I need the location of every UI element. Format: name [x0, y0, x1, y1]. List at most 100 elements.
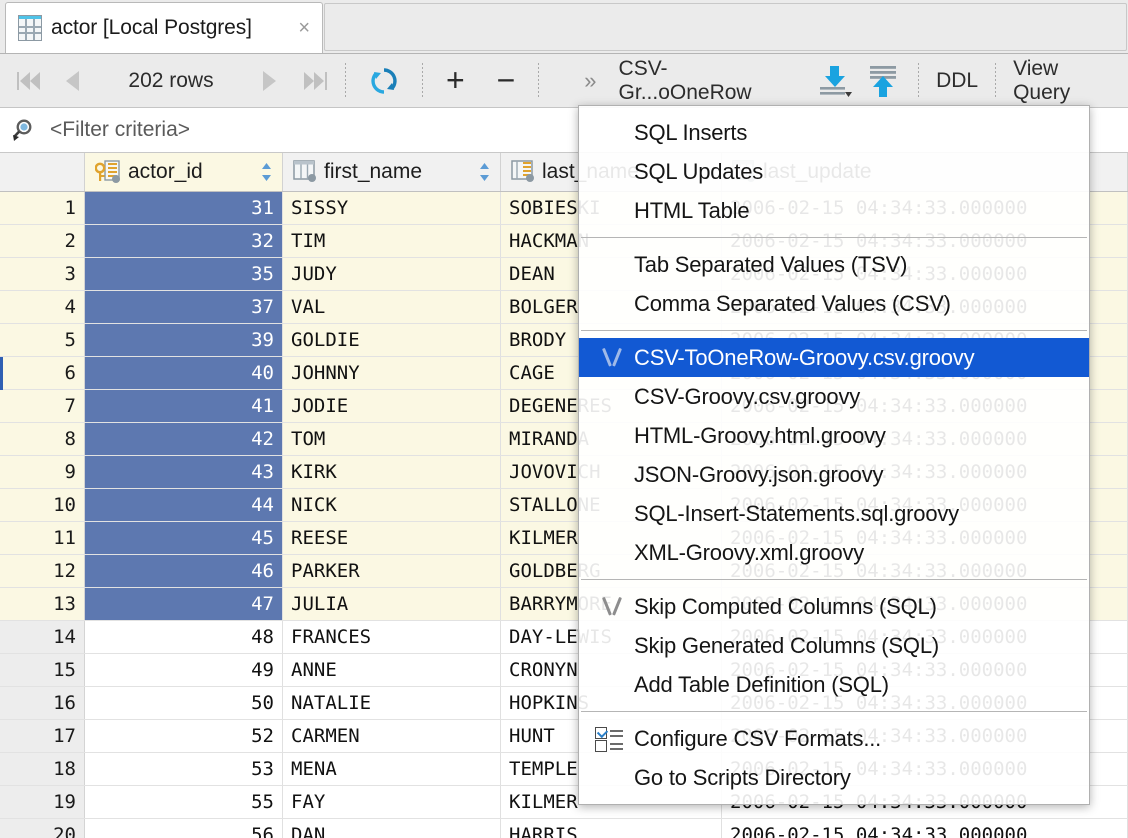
- cell-first_name[interactable]: CARMEN: [283, 720, 501, 752]
- cell-first_name[interactable]: TOM: [283, 423, 501, 455]
- cell-row-number[interactable]: 16: [0, 687, 85, 719]
- export-format-label[interactable]: CSV-Gr...oOneRow: [609, 57, 806, 105]
- table-row[interactable]: 2056DANHARRIS2006-02-15 04:34:33.000000: [0, 819, 1128, 838]
- cell-actor_id[interactable]: 52: [85, 720, 283, 752]
- cell-actor_id[interactable]: 55: [85, 786, 283, 818]
- cell-first_name[interactable]: JUDY: [283, 258, 501, 290]
- add-row-button[interactable]: +: [430, 54, 481, 108]
- cell-row-number[interactable]: 10: [0, 489, 85, 521]
- cell-row-number[interactable]: 15: [0, 654, 85, 686]
- cell-actor_id[interactable]: 40: [85, 357, 283, 389]
- cell-row-number[interactable]: 20: [0, 819, 85, 838]
- cell-row-number[interactable]: 6: [0, 357, 85, 389]
- cell-first_name[interactable]: VAL: [283, 291, 501, 323]
- menu-item[interactable]: Configure CSV Formats...: [579, 719, 1089, 758]
- cell-row-number[interactable]: 8: [0, 423, 85, 455]
- cell-first_name[interactable]: GOLDIE: [283, 324, 501, 356]
- cell-actor_id[interactable]: 50: [85, 687, 283, 719]
- cell-row-number[interactable]: 19: [0, 786, 85, 818]
- cell-actor_id[interactable]: 48: [85, 621, 283, 653]
- menu-item[interactable]: CSV-ToOneRow-Groovy.csv.groovy: [579, 338, 1089, 377]
- cell-actor_id[interactable]: 44: [85, 489, 283, 521]
- cell-first_name[interactable]: PARKER: [283, 555, 501, 587]
- cell-first_name[interactable]: JULIA: [283, 588, 501, 620]
- tab-actor[interactable]: actor [Local Postgres] ×: [5, 2, 323, 53]
- cell-actor_id[interactable]: 46: [85, 555, 283, 587]
- menu-item[interactable]: SQL Updates: [579, 152, 1089, 191]
- last-page-icon[interactable]: [292, 54, 338, 108]
- export-data-icon[interactable]: [805, 54, 860, 108]
- cell-actor_id[interactable]: 39: [85, 324, 283, 356]
- cell-row-number[interactable]: 11: [0, 522, 85, 554]
- cell-actor_id[interactable]: 37: [85, 291, 283, 323]
- menu-item[interactable]: SQL-Insert-Statements.sql.groovy: [579, 494, 1089, 533]
- menu-item[interactable]: CSV-Groovy.csv.groovy: [579, 377, 1089, 416]
- cell-actor_id[interactable]: 43: [85, 456, 283, 488]
- ddl-button[interactable]: DDL: [926, 69, 988, 93]
- next-page-icon[interactable]: [246, 54, 292, 108]
- menu-item[interactable]: Add Table Definition (SQL): [579, 665, 1089, 704]
- cell-row-number[interactable]: 1: [0, 192, 85, 224]
- close-icon[interactable]: ×: [296, 18, 312, 38]
- export-format-menu[interactable]: SQL InsertsSQL UpdatesHTML Table Tab Sepa…: [578, 105, 1090, 805]
- cell-first_name[interactable]: REESE: [283, 522, 501, 554]
- cell-first_name[interactable]: KIRK: [283, 456, 501, 488]
- sort-indicator-actor_id[interactable]: [260, 161, 273, 183]
- previous-page-icon[interactable]: [50, 54, 96, 108]
- menu-item[interactable]: JSON-Groovy.json.groovy: [579, 455, 1089, 494]
- cell-row-number[interactable]: 9: [0, 456, 85, 488]
- view-query-button[interactable]: View Query: [1003, 57, 1128, 105]
- menu-item[interactable]: Skip Generated Columns (SQL): [579, 626, 1089, 665]
- menu-item[interactable]: HTML Table: [579, 191, 1089, 230]
- cell-row-number[interactable]: 3: [0, 258, 85, 290]
- cell-row-number[interactable]: 5: [0, 324, 85, 356]
- cell-actor_id[interactable]: 42: [85, 423, 283, 455]
- cell-row-number[interactable]: 7: [0, 390, 85, 422]
- cell-first_name[interactable]: FAY: [283, 786, 501, 818]
- cell-first_name[interactable]: NICK: [283, 489, 501, 521]
- cell-first_name[interactable]: JOHNNY: [283, 357, 501, 389]
- filter-input[interactable]: <Filter criteria>: [50, 118, 190, 142]
- menu-item[interactable]: Go to Scripts Directory: [579, 758, 1089, 797]
- cell-actor_id[interactable]: 41: [85, 390, 283, 422]
- cell-first_name[interactable]: DAN: [283, 819, 501, 838]
- cell-actor_id[interactable]: 32: [85, 225, 283, 257]
- menu-item[interactable]: Skip Computed Columns (SQL): [579, 587, 1089, 626]
- reload-icon[interactable]: [353, 54, 415, 108]
- delete-row-button[interactable]: −: [481, 54, 532, 108]
- cell-first_name[interactable]: SISSY: [283, 192, 501, 224]
- cell-first_name[interactable]: JODIE: [283, 390, 501, 422]
- cell-first_name[interactable]: FRANCES: [283, 621, 501, 653]
- cell-row-number[interactable]: 13: [0, 588, 85, 620]
- cell-actor_id[interactable]: 53: [85, 753, 283, 785]
- toolbar-overflow-icon[interactable]: »: [546, 54, 608, 108]
- header-actor_id[interactable]: actor_id: [85, 153, 283, 191]
- cell-actor_id[interactable]: 31: [85, 192, 283, 224]
- cell-row-number[interactable]: 17: [0, 720, 85, 752]
- cell-actor_id[interactable]: 47: [85, 588, 283, 620]
- header-first_name[interactable]: first_name: [283, 153, 501, 191]
- cell-actor_id[interactable]: 49: [85, 654, 283, 686]
- cell-first_name[interactable]: NATALIE: [283, 687, 501, 719]
- menu-item[interactable]: SQL Inserts: [579, 113, 1089, 152]
- cell-row-number[interactable]: 12: [0, 555, 85, 587]
- cell-actor_id[interactable]: 45: [85, 522, 283, 554]
- first-page-icon[interactable]: [0, 54, 50, 108]
- sort-indicator-first_name[interactable]: [478, 161, 491, 183]
- cell-first_name[interactable]: TIM: [283, 225, 501, 257]
- import-data-icon[interactable]: [860, 54, 911, 108]
- cell-row-number[interactable]: 14: [0, 621, 85, 653]
- cell-actor_id[interactable]: 56: [85, 819, 283, 838]
- cell-first_name[interactable]: MENA: [283, 753, 501, 785]
- cell-last_name[interactable]: HARRIS: [501, 819, 722, 838]
- cell-row-number[interactable]: 18: [0, 753, 85, 785]
- cell-first_name[interactable]: ANNE: [283, 654, 501, 686]
- cell-last_update[interactable]: 2006-02-15 04:34:33.000000: [722, 819, 1128, 838]
- menu-item[interactable]: HTML-Groovy.html.groovy: [579, 416, 1089, 455]
- menu-item[interactable]: XML-Groovy.xml.groovy: [579, 533, 1089, 572]
- cell-row-number[interactable]: 2: [0, 225, 85, 257]
- menu-item[interactable]: Comma Separated Values (CSV): [579, 284, 1089, 323]
- cell-row-number[interactable]: 4: [0, 291, 85, 323]
- cell-actor_id[interactable]: 35: [85, 258, 283, 290]
- menu-item[interactable]: Tab Separated Values (TSV): [579, 245, 1089, 284]
